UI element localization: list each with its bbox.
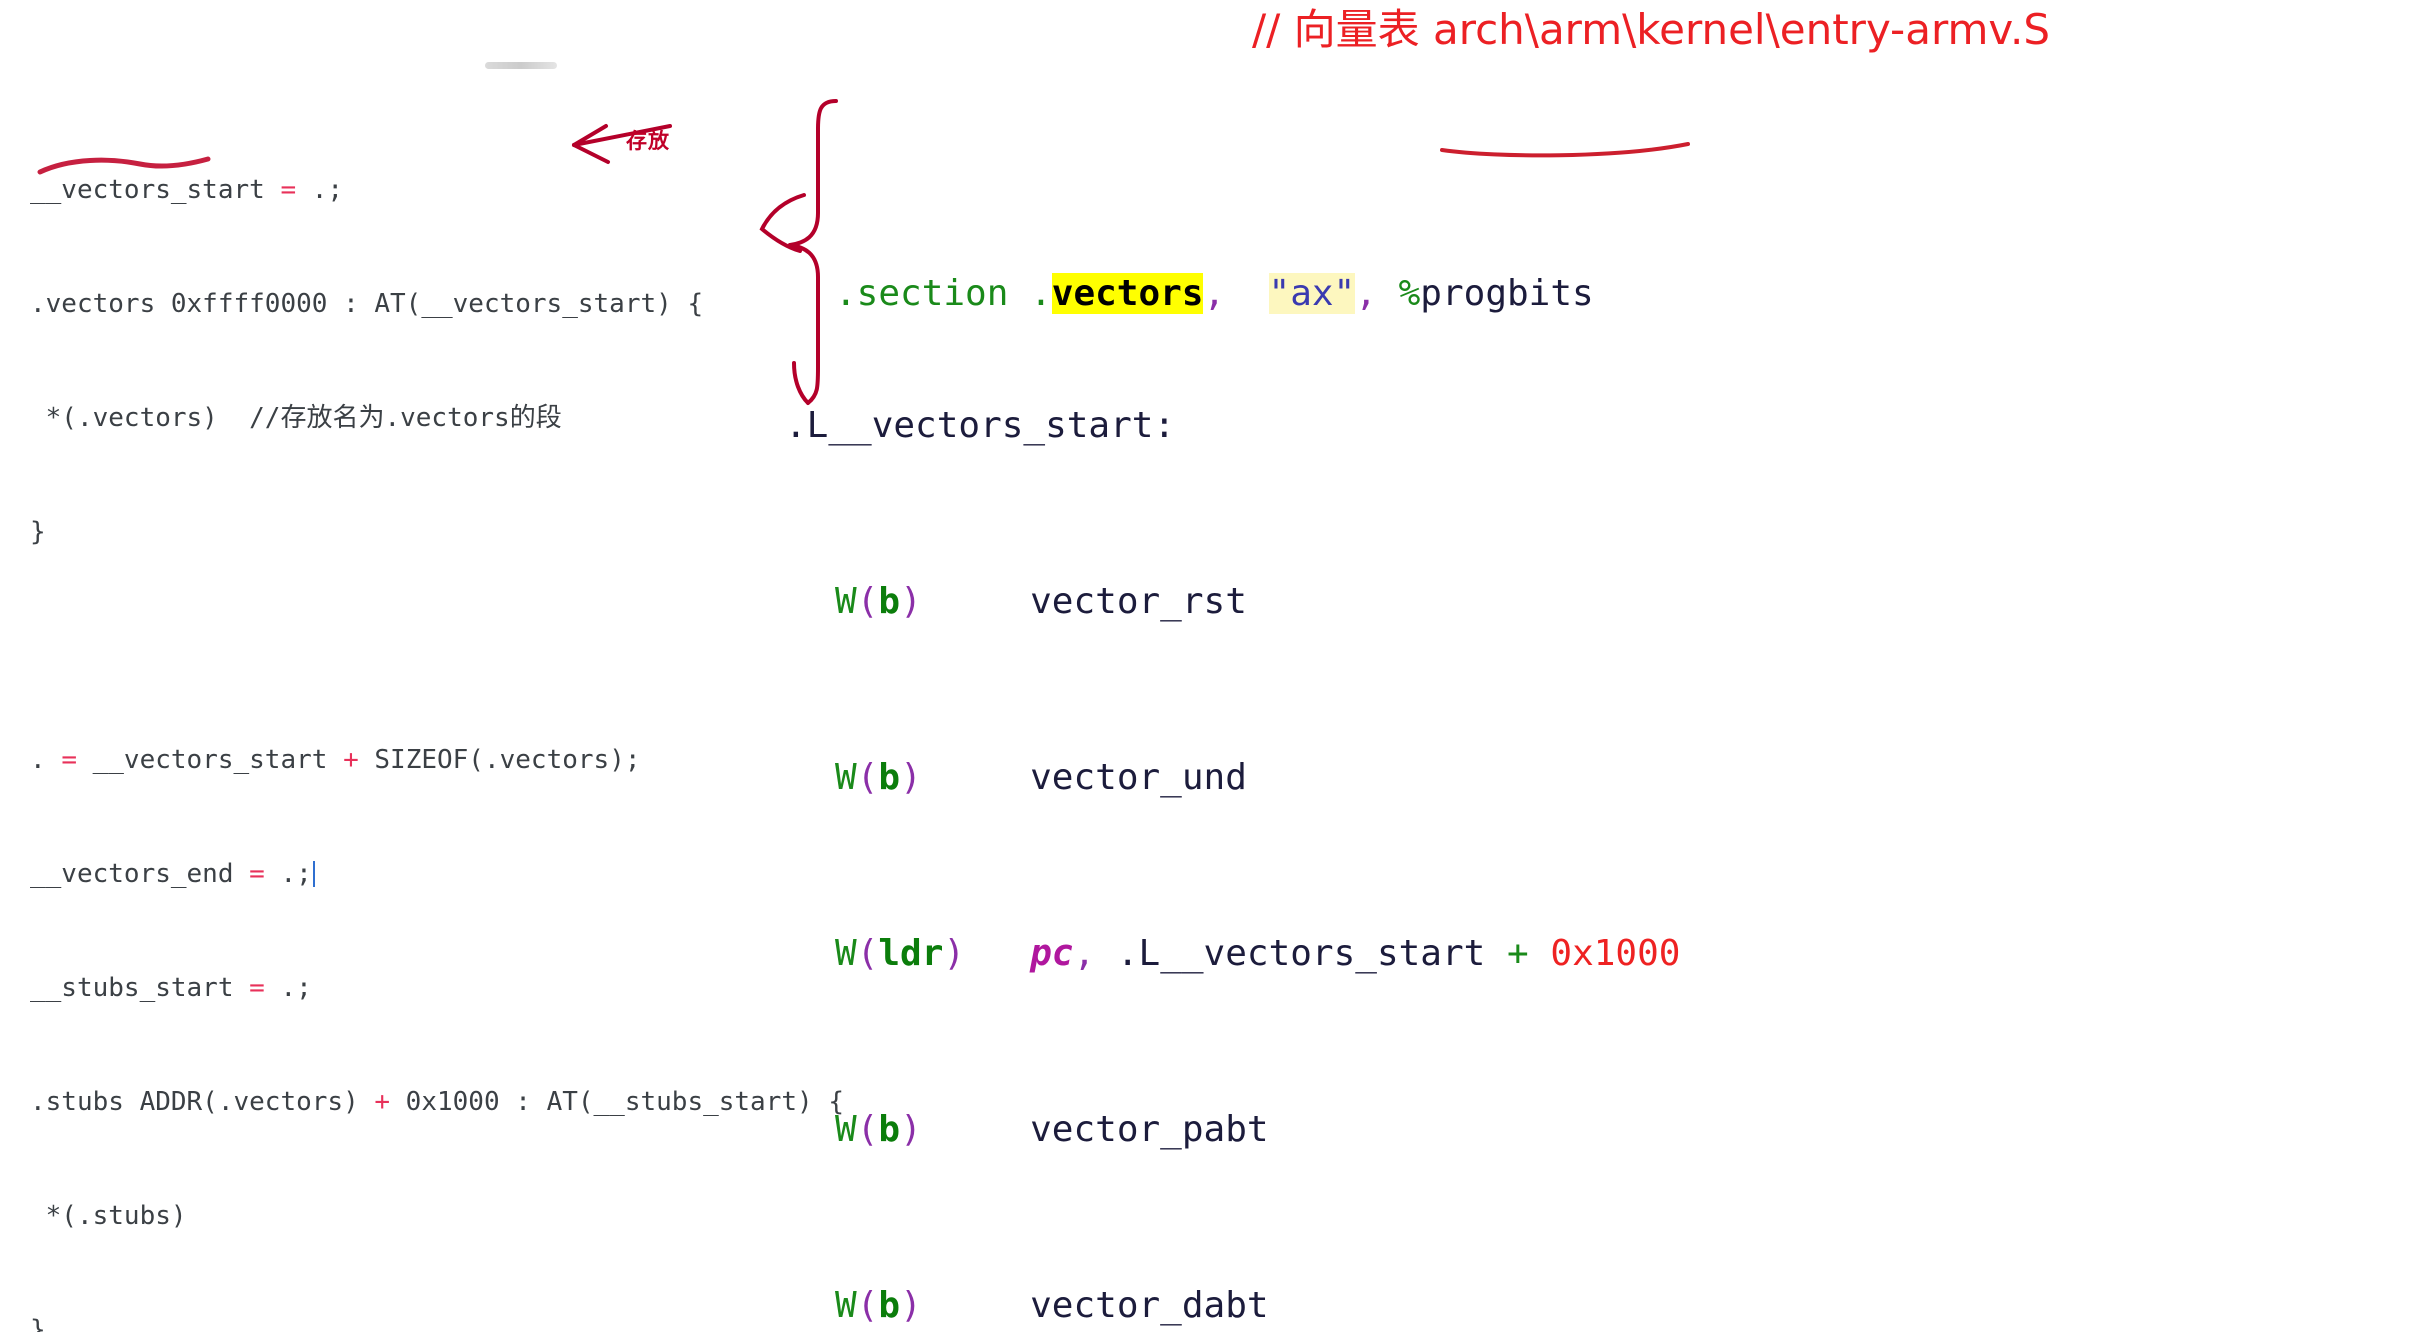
screenshot-root: __vectors_start = .; .vectors 0xffff0000…	[0, 0, 2409, 1332]
paren-open: (	[856, 581, 879, 622]
red-underline-vectors	[1440, 142, 1690, 158]
operator-equals: =	[249, 859, 265, 889]
asm-section-dot: .	[1030, 273, 1052, 314]
asm-width-w: W	[835, 581, 857, 622]
asm-section-line: .section .vectors, "ax", %progbits	[835, 228, 1680, 314]
code-line-10: }	[30, 1311, 844, 1332]
paren-open: (	[856, 1109, 879, 1150]
paren-close: )	[900, 1109, 922, 1150]
asm-branch-target: .L__vectors_start	[1116, 933, 1486, 974]
asm-instruction-row: W(b) vector_rst	[835, 580, 1680, 624]
brace-connector	[759, 193, 806, 253]
operator-plus: +	[374, 1087, 391, 1117]
operator-equals: =	[249, 973, 265, 1003]
asm-instruction-row: W(b) vector_pabt	[835, 1108, 1680, 1152]
code-text: }	[30, 517, 46, 547]
asm-instruction-row-ldr: W(ldr) pc, .L__vectors_start + 0x1000	[835, 932, 1680, 976]
operator-plus: +	[343, 745, 359, 775]
code-text: 0x1000 : AT(__stubs_start) {	[390, 1087, 844, 1117]
annotation-label: 存放	[626, 129, 670, 153]
asm-instruction-row: W(b) vector_dabt	[835, 1284, 1680, 1328]
asm-file-title: // 向量表 arch\arm\kernel\entry-armv.S	[1252, 5, 2051, 54]
code-text: }	[30, 1315, 46, 1332]
asm-width-w: W	[835, 757, 857, 798]
asm-register-pc: pc	[1030, 933, 1074, 974]
asm-directive: .section	[835, 273, 1009, 314]
asm-operator-plus: +	[1507, 933, 1529, 974]
paren-close: )	[900, 757, 922, 798]
code-text: .stubs ADDR(.vectors)	[30, 1087, 375, 1117]
asm-width-w: W	[835, 933, 857, 974]
code-line-3: *(.vectors) //存放名为.vectors的段	[30, 399, 844, 437]
asm-mnemonic: b	[878, 1285, 901, 1326]
paren-close: )	[900, 1285, 922, 1326]
grey-smudge-mark	[485, 62, 557, 69]
asm-operand: vector_und	[1030, 757, 1247, 798]
asm-operand: vector_rst	[1030, 581, 1247, 622]
linker-script-code-block[interactable]: __vectors_start = .; .vectors 0xffff0000…	[30, 95, 844, 1332]
paren-open: (	[856, 1285, 879, 1326]
code-line-5: . = __vectors_start + SIZEOF(.vectors);	[30, 741, 844, 779]
code-line-4: }	[30, 513, 844, 551]
operator-equals: =	[61, 745, 77, 775]
asm-label-line: .L__vectors_start:	[785, 405, 1176, 446]
asm-comma-1: ,	[1203, 273, 1226, 314]
code-text: __stubs_start	[30, 973, 250, 1003]
asm-mnemonic: b	[878, 757, 901, 798]
asm-operand: vector_dabt	[1030, 1285, 1269, 1326]
code-text: SIZEOF(.vectors);	[358, 745, 641, 775]
asm-mnemonic: b	[878, 581, 901, 622]
asm-comma-3: ,	[1073, 933, 1096, 974]
code-text: .;	[264, 859, 312, 889]
asm-comma-2: ,	[1355, 273, 1377, 314]
paren-close: )	[943, 933, 966, 974]
code-text: *(.vectors)	[30, 403, 250, 433]
paren-open: (	[856, 757, 879, 798]
assembly-code-block[interactable]: .section .vectors, "ax", %progbits .L__v…	[785, 96, 1680, 1332]
inline-comment: //存放名为.vectors的段	[249, 403, 562, 433]
code-text: *(.stubs)	[30, 1201, 187, 1231]
asm-mnemonic: ldr	[878, 933, 944, 974]
asm-operand: vector_pabt	[1030, 1109, 1269, 1150]
code-text: __vectors_end	[30, 859, 250, 889]
code-line-9: *(.stubs)	[30, 1197, 844, 1235]
asm-type-name: progbits	[1420, 273, 1594, 314]
code-text: .vectors 0xffff0000 : AT(__vectors_start…	[30, 289, 704, 319]
asm-section-flags: "ax"	[1268, 273, 1356, 314]
code-text: __vectors_start	[76, 745, 344, 775]
asm-width-w: W	[835, 1285, 857, 1326]
code-line-8: .stubs ADDR(.vectors) + 0x1000 : AT(__st…	[30, 1083, 844, 1121]
code-line-7: __stubs_start = .;	[30, 969, 844, 1007]
code-text: .	[30, 745, 62, 775]
code-line-6: __vectors_end = .;	[30, 855, 844, 893]
asm-type-sigil: %	[1398, 273, 1421, 314]
asm-width-w: W	[835, 1109, 857, 1150]
asm-instruction-row: W(b) vector_und	[835, 756, 1680, 800]
paren-open: (	[856, 933, 879, 974]
code-text: .;	[264, 973, 312, 1003]
paren-close: )	[900, 581, 922, 622]
code-line-blank	[30, 627, 844, 665]
red-squiggle-underline	[37, 156, 211, 175]
code-line-2: .vectors 0xffff0000 : AT(__vectors_start…	[30, 285, 844, 323]
asm-offset-value: 0x1000	[1550, 933, 1681, 974]
text-cursor	[312, 861, 315, 887]
code-text: .;	[296, 175, 344, 205]
asm-mnemonic: b	[878, 1109, 901, 1150]
asm-section-name: vectors	[1051, 273, 1204, 314]
